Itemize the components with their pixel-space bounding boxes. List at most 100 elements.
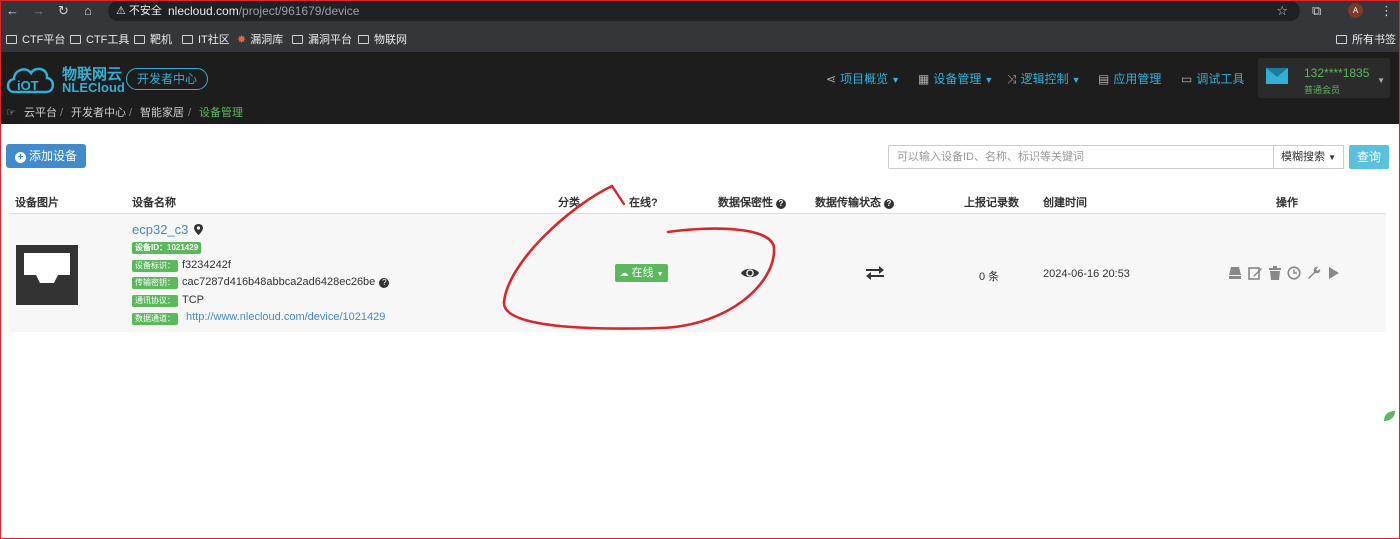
query-button[interactable]: 查询 [1349, 145, 1389, 169]
menu-app-management[interactable]: ▤ 应用管理 [1098, 70, 1161, 87]
bookmark-item[interactable]: 漏洞平台 [292, 31, 352, 47]
plus-circle-icon: + [15, 152, 26, 163]
breadcrumb-item[interactable]: 云平台 [24, 102, 57, 124]
breadcrumb-separator: / [129, 107, 133, 119]
back-icon[interactable]: ← [6, 3, 19, 19]
url-text: nlecloud.com/project/961679/device [168, 4, 360, 18]
created-time: 2024-06-16 20:53 [1043, 268, 1130, 280]
col-header-created: 创建时间 [1043, 197, 1087, 209]
col-header-records: 上报记录数 [964, 197, 1019, 209]
laptop-icon: ▭ [1181, 72, 1193, 86]
bookmark-star-icon[interactable]: ☆ [1276, 1, 1288, 21]
folder-icon [134, 35, 145, 44]
profile-avatar[interactable]: A [1348, 3, 1363, 18]
help-icon[interactable]: ? [776, 199, 786, 209]
add-device-button[interactable]: + 添加设备 [6, 144, 87, 168]
svg-text:iOT: iOT [17, 78, 39, 93]
grid-icon: ▦ [918, 72, 930, 86]
protocol-value: TCP [182, 294, 204, 306]
folder-icon [358, 35, 369, 44]
menu-device-management[interactable]: ▦ 设备管理 ▼ [918, 70, 993, 87]
caret-down-icon: ▼ [984, 75, 994, 85]
caret-down-icon: ▼ [656, 271, 664, 278]
menu-project-overview[interactable]: ⋖ 项目概览 ▼ [826, 70, 900, 87]
transfer-arrows-icon [866, 266, 884, 280]
address-bar[interactable]: ⚠ 不安全 nlecloud.com/project/961679/device… [108, 1, 1300, 21]
breadcrumb-item[interactable]: 开发者中心 [71, 102, 126, 124]
folder-icon [182, 35, 193, 44]
bookmark-item[interactable]: CTF工具 [70, 31, 129, 47]
cloud-logo-icon[interactable]: iOT [4, 58, 56, 98]
search-input[interactable]: 可以输入设备ID、名称、标识等关键词 [888, 145, 1274, 169]
extensions-icon[interactable]: ⧉ [1312, 3, 1321, 19]
leaf-icon[interactable] [1382, 410, 1396, 422]
folder-icon [70, 35, 81, 44]
folder-icon [1336, 35, 1347, 44]
bookmark-item[interactable]: ✸ 漏洞库 [237, 31, 283, 47]
col-header-privacy: 数据保密性? [718, 194, 786, 210]
share-icon: ⋖ [826, 72, 837, 86]
breadcrumb-separator: / [188, 107, 192, 119]
col-header-online: 在线? [629, 197, 658, 209]
wrench-icon[interactable] [1307, 266, 1321, 280]
thumb-icon: ☞ [6, 107, 16, 119]
reload-icon[interactable]: ↻ [58, 3, 69, 19]
cloud-upload-icon: ☁ [619, 268, 629, 278]
bookmark-item[interactable]: 靶机 [134, 31, 172, 47]
device-id-badge: 设备ID：1021429 [132, 242, 202, 254]
map-marker-icon[interactable] [194, 224, 203, 235]
folder-icon [6, 35, 17, 44]
bookmark-item[interactable]: CTF平台 [6, 31, 65, 47]
bookmark-item[interactable]: IT社区 [182, 31, 230, 47]
home-icon[interactable]: ⌂ [84, 3, 92, 19]
caret-down-icon: ▼ [891, 75, 900, 85]
col-header-actions: 操作 [1276, 197, 1298, 209]
protocol-label: 通讯协议： [132, 295, 178, 307]
user-level: 普通会员 [1304, 85, 1341, 95]
all-bookmarks[interactable]: 所有书签 [1336, 31, 1396, 47]
help-icon[interactable]: ? [379, 278, 390, 288]
edit-icon[interactable] [1248, 266, 1262, 280]
developer-center-button[interactable]: 开发者中心 [126, 68, 209, 90]
folder-icon [292, 35, 303, 44]
security-warning[interactable]: ⚠ 不安全 [116, 1, 162, 21]
breadcrumb-separator: / [60, 107, 64, 119]
trash-icon[interactable] [1268, 266, 1282, 280]
col-header-image: 设备图片 [15, 197, 59, 209]
col-header-name: 设备名称 [132, 197, 176, 209]
col-header-transfer: 数据传输状态? [815, 194, 894, 210]
mail-icon[interactable] [1266, 68, 1288, 84]
shuffle-icon: ⤨ [1007, 72, 1017, 86]
stack-icon[interactable] [1228, 266, 1242, 280]
browser-menu-icon[interactable]: ⋮ [1380, 3, 1393, 19]
menu-logic-control[interactable]: ⤨ 逻辑控制 ▼ [1007, 70, 1081, 87]
device-url-link[interactable]: http://www.nlecloud.com/device/1021429 [186, 311, 385, 323]
menu-debug-tools[interactable]: ▭ 调试工具 [1181, 70, 1244, 87]
forward-icon[interactable]: → [32, 3, 45, 19]
help-icon[interactable]: ? [884, 199, 894, 209]
caret-down-icon: ▼ [1071, 75, 1081, 85]
breadcrumb: ☞ 云平台 / 开发者中心 / 智能家居 / 设备管理 [0, 102, 1400, 124]
key-value: cac7287d416b48abbca2ad6428ec26be? [182, 276, 390, 288]
user-menu[interactable]: 132****1835 普通会员 ▼ [1258, 58, 1390, 98]
data-channel-label: 数据通道： [132, 313, 178, 325]
caret-down-icon: ▼ [1377, 76, 1385, 85]
breadcrumb-current: 设备管理 [199, 107, 243, 119]
logo-subtitle: NLECloud [62, 80, 125, 95]
online-status-dropdown[interactable]: ☁ 在线 ▼ [615, 264, 668, 282]
browser-toolbar: ← → ↻ ⌂ ⚠ 不安全 nlecloud.com/project/96167… [0, 0, 1400, 22]
eye-icon[interactable] [740, 266, 760, 280]
user-id: 132****1835 [1304, 66, 1370, 80]
record-count: 0 条 [979, 271, 1000, 283]
search-mode-dropdown[interactable]: 模糊搜索 ▼ [1273, 145, 1344, 169]
clock-icon[interactable] [1287, 266, 1301, 280]
play-icon[interactable] [1327, 266, 1341, 280]
bookmark-item[interactable]: 物联网 [358, 31, 407, 47]
identifier-label: 设备标识： [132, 260, 178, 272]
identifier-value: f3234242f [182, 259, 231, 271]
key-label: 传输密钥： [132, 277, 178, 289]
col-header-category: 分类 [558, 197, 580, 209]
device-name-link[interactable]: ecp32_c3 [132, 222, 188, 237]
breadcrumb-item[interactable]: 智能家居 [140, 102, 184, 124]
bookmarks-bar: CTF平台 CTF工具 靶机 IT社区 ✸ 漏洞库 漏洞平台 物联网 所有书签 [0, 22, 1400, 52]
